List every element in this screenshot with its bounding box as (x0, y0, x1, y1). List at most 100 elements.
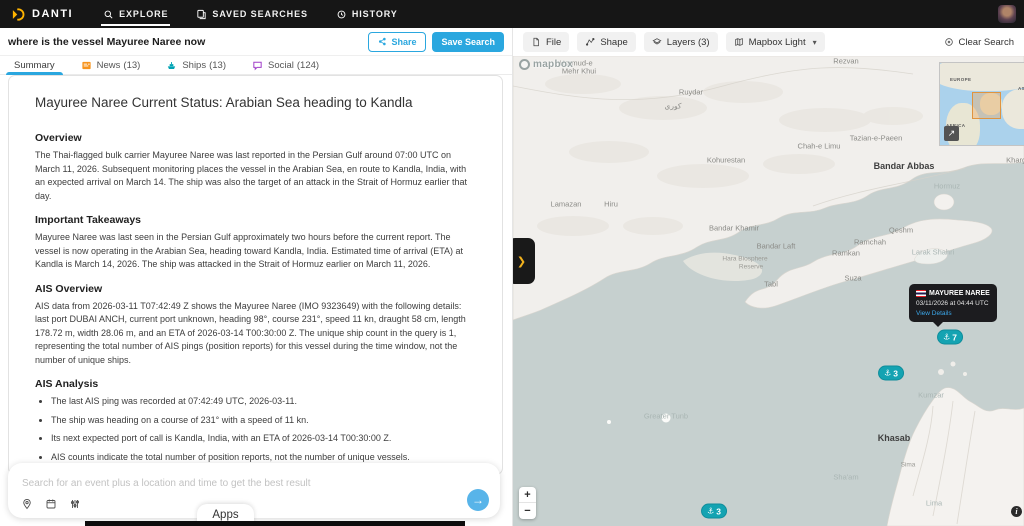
anchor-icon: ⚓ (884, 369, 891, 378)
section-heading: Overview (35, 132, 476, 144)
anchor-icon: ⚓ (707, 507, 714, 516)
brand-logo[interactable]: DANTI (11, 7, 73, 22)
chat-icon (252, 60, 263, 71)
nav-item-explore[interactable]: EXPLORE (103, 0, 168, 28)
share-label: Share (391, 37, 416, 47)
vessel-timestamp: 03/11/2026 at 04:44 UTC (916, 300, 990, 307)
clear-icon (944, 37, 954, 47)
vessel-cluster-badge[interactable]: ⚓7 (937, 330, 963, 345)
nav-label: HISTORY (352, 9, 398, 19)
taskbar-edge (85, 521, 465, 526)
query-bar: where is the vessel Mayuree Naree now Sh… (0, 28, 512, 56)
badge-count: 3 (716, 506, 721, 516)
bullet-list: The last AIS ping was recorded at 07:42:… (35, 395, 476, 464)
section-heading: AIS Overview (35, 283, 476, 295)
nav-label: SAVED SEARCHES (212, 9, 307, 19)
chevron-right-icon: ❯ (517, 255, 526, 268)
bullet-item: The last AIS ping was recorded at 07:42:… (51, 395, 476, 409)
tab-news[interactable]: News (13) (81, 56, 141, 75)
arrow-right-icon: → (472, 493, 484, 507)
vessel-cluster-badge[interactable]: ⚓3 (878, 366, 904, 381)
chevron-down-icon: ▾ (813, 38, 817, 47)
mapbox-wordmark: mapbox (533, 59, 573, 70)
layers-button[interactable]: Layers (3) (644, 32, 718, 52)
tab-summary[interactable]: Summary (14, 56, 55, 75)
tab-label: Social (268, 60, 294, 71)
results-panel: where is the vessel Mayuree Naree now Sh… (0, 28, 512, 526)
paragraph: AIS data from 2026-03-11 T07:42:49 Z sho… (35, 300, 476, 368)
nav-item-history[interactable]: HISTORY (336, 0, 398, 28)
user-avatar[interactable] (998, 5, 1016, 23)
zoom-in-button[interactable]: + (519, 487, 536, 503)
file-button[interactable]: File (523, 32, 569, 52)
vessel-tooltip: MAYUREE NAREE 03/11/2026 at 04:44 UTC Vi… (909, 284, 997, 322)
share-icon (378, 37, 387, 46)
nav-label: EXPLORE (119, 9, 168, 19)
inset-label: EUROPE (950, 77, 971, 82)
inset-expand-button[interactable]: ↗ (944, 126, 959, 141)
tab-label: News (97, 60, 121, 71)
layers-label: Layers (3) (667, 37, 710, 48)
tab-ships[interactable]: Ships (13) (166, 56, 226, 75)
tab-social[interactable]: Social (124) (252, 56, 319, 75)
save-search-button[interactable]: Save Search (432, 32, 504, 52)
section-heading: AIS Analysis (35, 378, 476, 390)
share-button[interactable]: Share (368, 32, 426, 52)
tab-count: (13) (209, 60, 226, 71)
view-details-link[interactable]: View Details (916, 310, 990, 317)
expand-arrow-icon: ↗ (948, 128, 956, 139)
brand-name: DANTI (32, 8, 73, 20)
tab-count: (13) (123, 60, 140, 71)
top-nav: DANTI EXPLORE SAVED SEARCHES HISTORY (0, 0, 1024, 28)
inset-land-asia (1002, 89, 1024, 129)
summary-card: Mayuree Naree Current Status: Arabian Se… (8, 75, 503, 475)
overview-inset-map[interactable]: EUROPEASAFRICA ↗ (939, 62, 1024, 146)
save-search-label: Save Search (441, 37, 495, 47)
map-zoom-control: + − (519, 487, 536, 519)
bullet-item: AIS counts indicate the total number of … (51, 451, 476, 465)
location-pin-icon[interactable] (21, 498, 33, 510)
section-heading: Important Takeaways (35, 214, 476, 226)
shape-button[interactable]: Shape (577, 32, 635, 52)
map-style-button[interactable]: Mapbox Light ▾ (726, 32, 825, 52)
map-canvas[interactable]: mapbox Hormud-eMehr KhuiRezvanRuydarکوری… (513, 56, 1024, 526)
shape-icon (585, 37, 595, 47)
app-window: DANTI EXPLORE SAVED SEARCHES HISTORY whe… (0, 0, 1024, 526)
search-box: → (8, 463, 500, 518)
clear-label: Clear Search (959, 37, 1014, 48)
anchor-icon: ⚓ (943, 333, 950, 342)
file-label: File (546, 37, 561, 48)
layers-icon (652, 37, 662, 47)
apps-label: Apps (212, 509, 238, 521)
clear-search-button[interactable]: Clear Search (944, 37, 1014, 48)
shape-label: Shape (600, 37, 627, 48)
nav-item-saved-searches[interactable]: SAVED SEARCHES (196, 0, 307, 28)
saved-searches-icon (196, 9, 207, 20)
paragraph: Mayuree Naree was last seen in the Persi… (35, 231, 476, 272)
danti-logo-icon (11, 7, 26, 22)
query-text: where is the vessel Mayuree Naree now (8, 36, 205, 48)
submit-search-button[interactable]: → (467, 489, 489, 511)
search-icon (103, 9, 114, 20)
panel-expand-button[interactable]: ❯ (513, 238, 535, 284)
news-icon (81, 60, 92, 71)
map-toolbar: File Shape Layers (3) Mapbox Light ▾ Cle… (513, 28, 1024, 56)
zoom-out-button[interactable]: − (519, 503, 536, 519)
filters-icon[interactable] (69, 498, 81, 510)
map-panel: File Shape Layers (3) Mapbox Light ▾ Cle… (512, 28, 1024, 526)
mapbox-logo-mark (519, 59, 530, 70)
inset-label: AS (1018, 86, 1024, 91)
paragraph: The Thai-flagged bulk carrier Mayuree Na… (35, 149, 476, 203)
result-tabs: Summary News (13) Ships (13) Social (124… (0, 56, 512, 75)
search-input[interactable] (22, 478, 452, 489)
history-icon (336, 9, 347, 20)
bullet-item: The ship was heading on a course of 231°… (51, 414, 476, 428)
tab-label: Summary (14, 60, 55, 71)
ship-icon (166, 60, 177, 71)
vessel-cluster-badge[interactable]: ⚓3 (701, 504, 727, 519)
thai-flag-icon (916, 290, 926, 297)
vessel-name: MAYUREE NAREE (929, 290, 990, 297)
bullet-item: Its next expected port of call is Kandla… (51, 432, 476, 446)
calendar-icon[interactable] (45, 498, 57, 510)
map-info-button[interactable]: i (1011, 506, 1022, 517)
